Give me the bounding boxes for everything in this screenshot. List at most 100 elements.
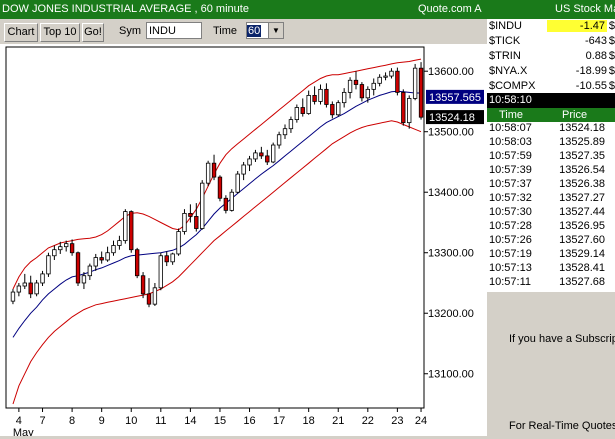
time-sales-row: 10:57:59 13527.35 (487, 150, 615, 164)
candle (158, 255, 163, 289)
candle (117, 240, 122, 246)
trade-price: 13526.95 (559, 220, 605, 232)
market-panel-title: US Stock Ma (487, 0, 615, 19)
symbol-input[interactable]: INDU (146, 22, 202, 39)
x-tick-label: 11 (155, 415, 166, 427)
sym-label: Sym (119, 25, 141, 37)
candle (306, 95, 311, 114)
candle (87, 265, 93, 277)
quote-row[interactable]: $NYA.X -18.99 $ (487, 64, 615, 79)
time-label: Time (213, 25, 238, 37)
trade-price: 13529.14 (559, 248, 605, 260)
time-sales-row: 10:57:26 13527.60 (487, 234, 615, 248)
candle (407, 98, 412, 124)
candle (211, 162, 217, 178)
price-chart[interactable]: 13600.00 13500.00 13400.00 13300.00 13200.00… (0, 44, 487, 439)
candle (176, 231, 181, 255)
trade-time: 10:57:37 (489, 178, 532, 190)
trade-price: 13527.60 (559, 234, 605, 246)
candle (412, 67, 418, 99)
candle (182, 212, 187, 232)
candle (395, 70, 400, 93)
candle (324, 88, 329, 105)
quote-symbol: $TICK (489, 35, 521, 47)
candle (312, 95, 317, 102)
quote-currency-mark: $ (608, 65, 615, 77)
trade-time: 10:57:26 (489, 234, 532, 246)
candle (140, 275, 146, 295)
chart-button[interactable]: Chart (4, 23, 38, 42)
trade-price: 13524.18 (559, 122, 605, 134)
candle (229, 191, 234, 211)
candle (129, 211, 134, 251)
chart-area[interactable]: 13600.00 13500.00 13400.00 13300.00 13200.00… (0, 44, 487, 439)
y-tick-label: 13500.00 (428, 127, 474, 139)
time-sales-row: 10:57:13 13528.41 (487, 262, 615, 276)
time-sales-header: Time Price (487, 108, 615, 122)
time-sales-row: 10:57:11 13527.68 (487, 276, 615, 290)
time-select[interactable]: 60 ▼ (246, 22, 284, 39)
candle (52, 249, 57, 257)
candle (16, 285, 22, 293)
chart-title-bar: DOW JONES INDUSTRIAL AVERAGE , 60 minute… (0, 0, 487, 19)
quote-row[interactable]: $COMPX -10.55 $ (487, 79, 615, 94)
time-sales-row: 10:57:30 13527.44 (487, 206, 615, 220)
candle (188, 212, 193, 217)
quote-value: -643 (584, 35, 607, 47)
market-panel: US Stock Ma $INDU -1.47 $ $TICK -643 $ $TRIN 0.… (487, 0, 615, 436)
quote-symbol: $INDU (489, 20, 523, 32)
quote-symbol: $COMPX (489, 80, 536, 92)
candle (371, 82, 376, 90)
trade-price: 13527.44 (559, 206, 605, 218)
go-button[interactable]: Go! (82, 23, 104, 42)
quote-symbol: $TRIN (489, 50, 521, 62)
trade-price: 13527.27 (559, 192, 605, 204)
trade-price: 13527.35 (559, 150, 605, 162)
candle (99, 257, 104, 261)
x-tick-label: 22 (362, 415, 374, 427)
trade-time: 10:57:11 (489, 276, 532, 288)
candle (401, 91, 406, 124)
x-tick-label: 7 (39, 415, 45, 427)
candle (282, 128, 288, 136)
chevron-down-icon[interactable]: ▼ (268, 23, 283, 38)
candle (217, 176, 223, 199)
candle (22, 282, 27, 287)
candle (34, 282, 39, 295)
candle (259, 152, 264, 157)
candle (75, 252, 81, 284)
time-sales-row: 10:57:28 13526.95 (487, 220, 615, 234)
last-price-label: 13524.18 (429, 112, 475, 124)
candle (40, 273, 45, 284)
subscription-note: If you have a Subscript (509, 333, 615, 345)
x-tick-label: 18 (303, 415, 315, 427)
clock: 10:58:10 (489, 94, 532, 106)
candle (389, 70, 394, 77)
candle (300, 107, 305, 114)
realtime-note: For Real-Time Quotes (509, 420, 615, 432)
time-sales-row: 10:57:37 13526.38 (487, 178, 615, 192)
trade-time: 10:57:32 (489, 192, 532, 204)
x-tick-label: 4 (16, 415, 22, 427)
quote-currency-mark: $ (608, 80, 615, 92)
candle (418, 67, 424, 118)
candle (330, 104, 335, 116)
quotes-list: $INDU -1.47 $ $TICK -643 $ $TRIN 0.88 $ $NYA.X -18… (487, 19, 615, 93)
candle (235, 173, 240, 193)
trade-price: 13528.41 (559, 262, 605, 274)
y-tick-label: 13200.00 (428, 308, 474, 320)
trade-price: 13526.54 (559, 164, 605, 176)
quote-row[interactable]: $INDU -1.47 $ (487, 19, 615, 34)
candle (134, 249, 140, 277)
quote-row[interactable]: $TRIN 0.88 $ (487, 49, 615, 64)
trade-time: 10:58:07 (489, 122, 532, 134)
quote-value: -10.55 (575, 80, 607, 92)
quote-row[interactable]: $TICK -643 $ (487, 34, 615, 49)
time-sales-row: 10:58:07 13524.18 (487, 122, 615, 136)
candle (241, 164, 246, 175)
x-tick-label: 15 (214, 415, 226, 427)
candle (359, 84, 365, 99)
candle (58, 246, 63, 251)
top10-button[interactable]: Top 10 (40, 23, 80, 42)
candle (383, 75, 388, 78)
